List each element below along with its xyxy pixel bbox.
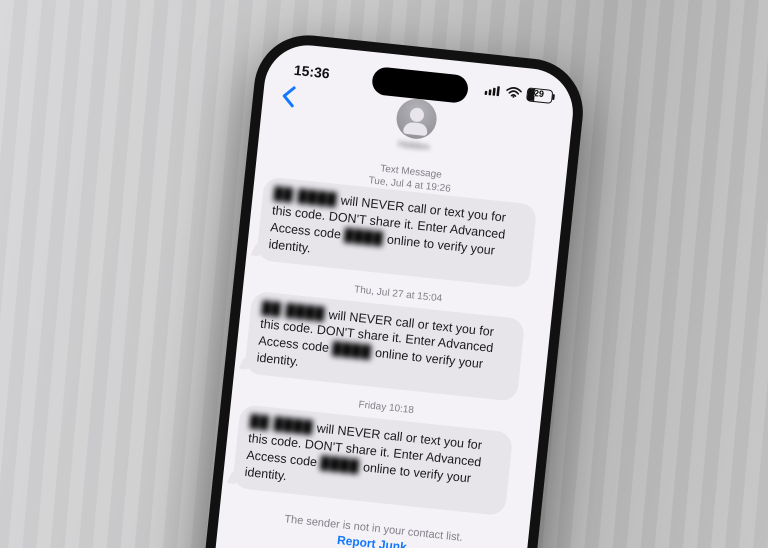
phone-screen: 15:36 29 xyxy=(198,41,577,548)
scene-background: 15:36 29 xyxy=(0,0,768,548)
wifi-icon xyxy=(505,84,523,102)
redacted-code: ████ xyxy=(320,454,361,475)
thread-footer: The sender is not in your contact list. … xyxy=(227,507,518,548)
back-button[interactable] xyxy=(273,82,302,116)
redacted-code: ████ xyxy=(332,341,373,362)
cellular-icon xyxy=(484,82,502,100)
message-thread[interactable]: ██ ████ will NEVER call or text you for … xyxy=(217,175,563,548)
contact-avatar[interactable] xyxy=(395,97,439,141)
battery-icon: 29 xyxy=(526,87,553,104)
iphone-frame: 15:36 29 xyxy=(187,30,588,548)
battery-percent: 29 xyxy=(533,88,544,99)
status-time: 15:36 xyxy=(293,62,330,82)
redacted-code: ████ xyxy=(343,227,384,248)
